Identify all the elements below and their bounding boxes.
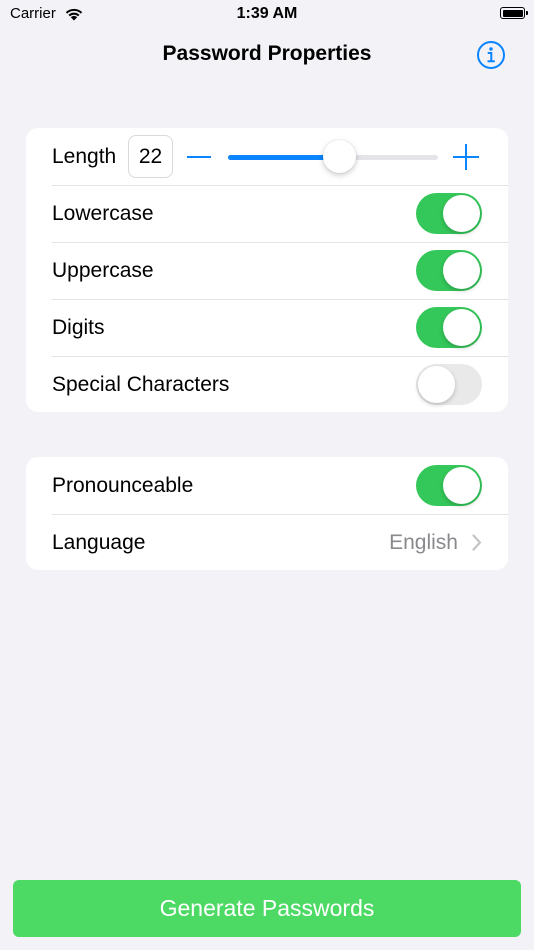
language-label: Language: [52, 531, 146, 554]
slider-thumb[interactable]: [322, 140, 356, 173]
status-bar: Carrier 1:39 AM: [0, 0, 534, 28]
character-options-group: Length 22 Lowercase Uppercase Digits Spe…: [26, 128, 508, 412]
lowercase-toggle[interactable]: [416, 193, 482, 234]
special-characters-toggle[interactable]: [416, 364, 482, 405]
option-row-digits: Digits: [26, 299, 508, 356]
option-label: Uppercase: [52, 259, 154, 282]
language-value: English: [389, 531, 458, 554]
minus-icon[interactable]: [187, 156, 211, 158]
pronounceable-group: Pronounceable Language English: [26, 457, 508, 570]
length-label: Length: [52, 145, 117, 168]
chevron-right-icon: [472, 534, 482, 551]
option-row-lowercase: Lowercase: [26, 185, 508, 242]
pronounceable-label: Pronounceable: [52, 474, 194, 497]
option-row-uppercase: Uppercase: [26, 242, 508, 299]
info-circle-icon[interactable]: [476, 40, 506, 70]
option-label: Lowercase: [52, 202, 154, 225]
option-label: Special Characters: [52, 373, 230, 396]
pronounceable-toggle[interactable]: [416, 465, 482, 506]
battery-icon: [500, 7, 528, 19]
plus-icon[interactable]: [453, 144, 479, 170]
length-row: Length 22: [26, 128, 508, 185]
pronounceable-row: Pronounceable: [26, 457, 508, 514]
option-row-special-characters: Special Characters: [26, 356, 508, 412]
option-label: Digits: [52, 316, 105, 339]
language-row[interactable]: Language English: [26, 514, 508, 570]
digits-toggle[interactable]: [416, 307, 482, 348]
page-title: Password Properties: [162, 42, 372, 65]
generate-passwords-button[interactable]: Generate Passwords: [13, 880, 521, 937]
status-time: 1:39 AM: [236, 5, 298, 22]
uppercase-toggle[interactable]: [416, 250, 482, 291]
length-field[interactable]: 22: [128, 135, 173, 178]
